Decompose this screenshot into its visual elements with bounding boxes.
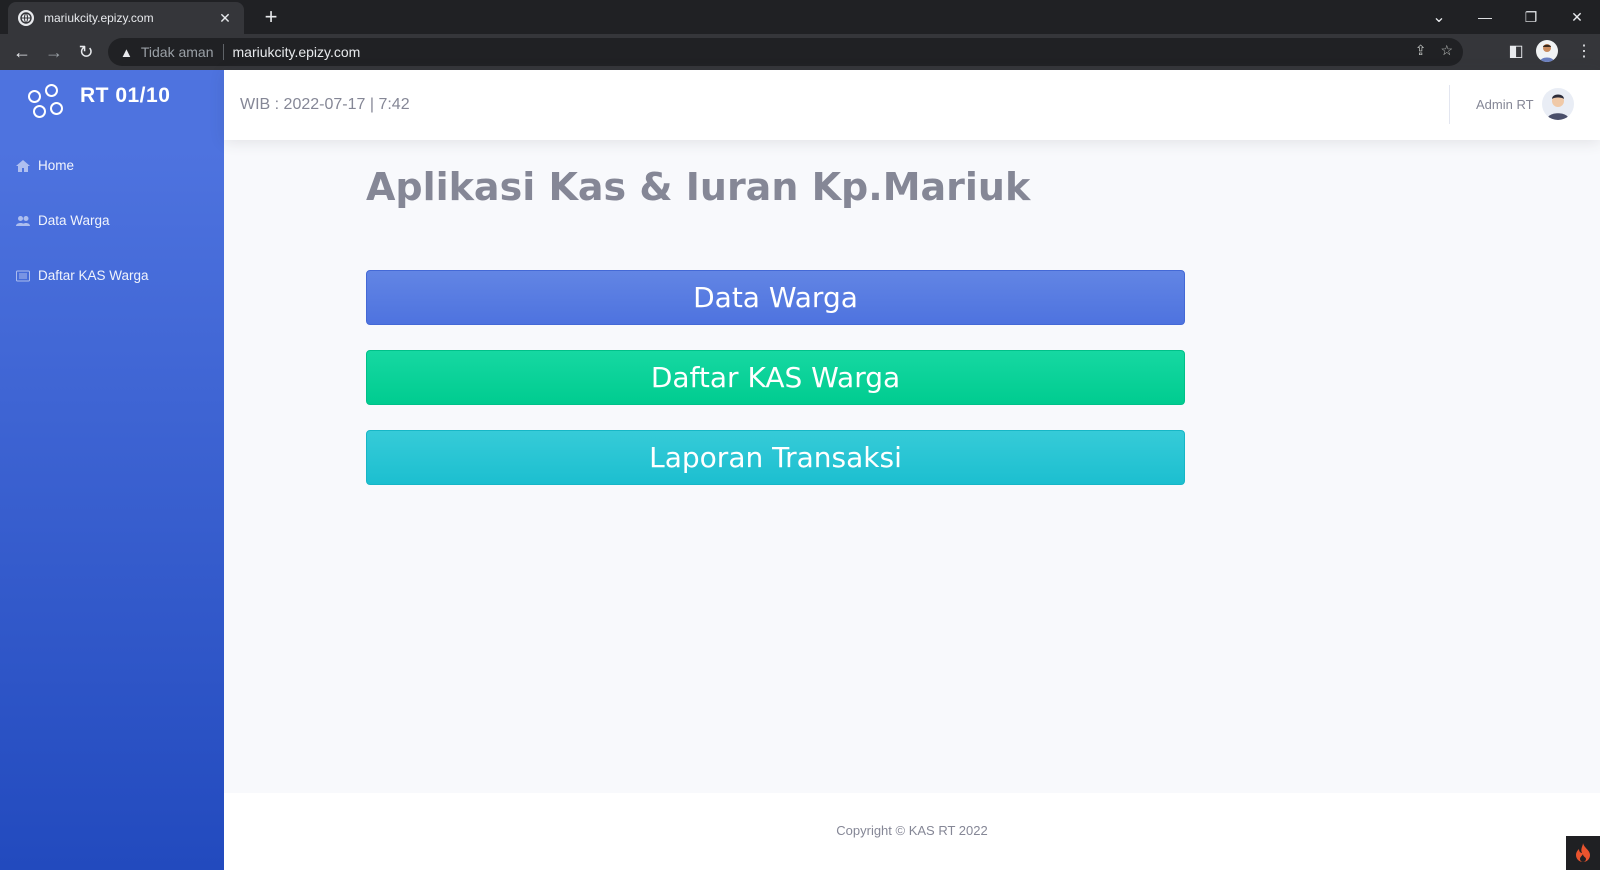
minimize-button[interactable]: — [1462, 0, 1508, 34]
side-panel-icon[interactable]: ◧ [1506, 42, 1526, 62]
address-divider [222, 44, 224, 60]
sidebar-brand[interactable]: RT 01/10 [28, 84, 170, 122]
flame-icon[interactable] [1566, 836, 1600, 870]
sidebar-item-label: Home [38, 158, 75, 173]
bookmark-star-icon[interactable]: ☆ [1440, 42, 1453, 59]
users-icon [16, 215, 30, 227]
circles-logo-icon [28, 84, 66, 122]
restore-button[interactable]: ❐ [1508, 0, 1554, 34]
button-label: Laporan Transaksi [649, 441, 902, 474]
address-bar[interactable]: ▲ Tidak aman mariukcity.epizy.com ⇪ ☆ [108, 38, 1463, 66]
reload-button[interactable]: ↻ [74, 40, 98, 64]
forward-button[interactable]: → [42, 40, 66, 64]
user-name: Admin RT [1476, 96, 1534, 112]
user-avatar [1541, 88, 1574, 120]
sidebar-item-data-warga[interactable]: Data Warga [16, 213, 110, 228]
sidebar-item-label: Data Warga [38, 213, 110, 228]
security-status[interactable]: Tidak aman [141, 44, 214, 60]
browser-toolbar: ← → ↻ ▲ Tidak aman mariukcity.epizy.com … [0, 34, 1600, 70]
list-icon [16, 270, 30, 282]
sidebar: RT 01/10 Home Data Warga Daftar KAS Warg… [0, 70, 224, 870]
back-button[interactable]: ← [10, 40, 34, 64]
home-icon [16, 159, 30, 172]
tab-search-icon[interactable]: ⌄ [1416, 0, 1462, 34]
new-tab-button[interactable]: + [258, 4, 284, 30]
user-menu[interactable]: Admin RT [1476, 88, 1574, 120]
button-label: Daftar KAS Warga [650, 361, 901, 394]
datetime-display: WIB : 2022-07-17 | 7:42 [240, 96, 410, 113]
browser-tab-strip: mariukcity.epizy.com ✕ + ⌄ — ❐ ✕ [0, 0, 1600, 34]
tab-title: mariukcity.epizy.com [44, 11, 154, 25]
tab-close-icon[interactable]: ✕ [216, 10, 234, 27]
url-text[interactable]: mariukcity.epizy.com [233, 44, 361, 60]
share-icon[interactable]: ⇪ [1415, 42, 1427, 59]
close-window-button[interactable]: ✕ [1554, 0, 1600, 34]
browser-menu-icon[interactable]: ⋮ [1574, 42, 1594, 62]
button-label: Data Warga [693, 281, 858, 314]
footer: Copyright © KAS RT 2022 [224, 793, 1600, 870]
topbar: WIB : 2022-07-17 | 7:42 Admin RT [224, 70, 1600, 140]
sidebar-item-daftar-kas[interactable]: Daftar KAS Warga [16, 268, 149, 283]
sidebar-item-label: Daftar KAS Warga [38, 268, 149, 283]
daftar-kas-warga-button[interactable]: Daftar KAS Warga [366, 350, 1185, 405]
sidebar-item-home[interactable]: Home [16, 158, 74, 173]
page-title: Aplikasi Kas & Iuran Kp.Mariuk [366, 165, 1031, 209]
topbar-divider [1449, 85, 1450, 124]
data-warga-button[interactable]: Data Warga [366, 270, 1185, 325]
warning-icon[interactable]: ▲ [120, 45, 133, 60]
copyright-text: Copyright © KAS RT 2022 [836, 823, 988, 838]
globe-icon [18, 10, 34, 26]
profile-avatar[interactable] [1536, 40, 1558, 62]
laporan-transaksi-button[interactable]: Laporan Transaksi [366, 430, 1185, 485]
brand-name: RT 01/10 [80, 84, 171, 107]
browser-tab[interactable]: mariukcity.epizy.com ✕ [8, 2, 244, 34]
